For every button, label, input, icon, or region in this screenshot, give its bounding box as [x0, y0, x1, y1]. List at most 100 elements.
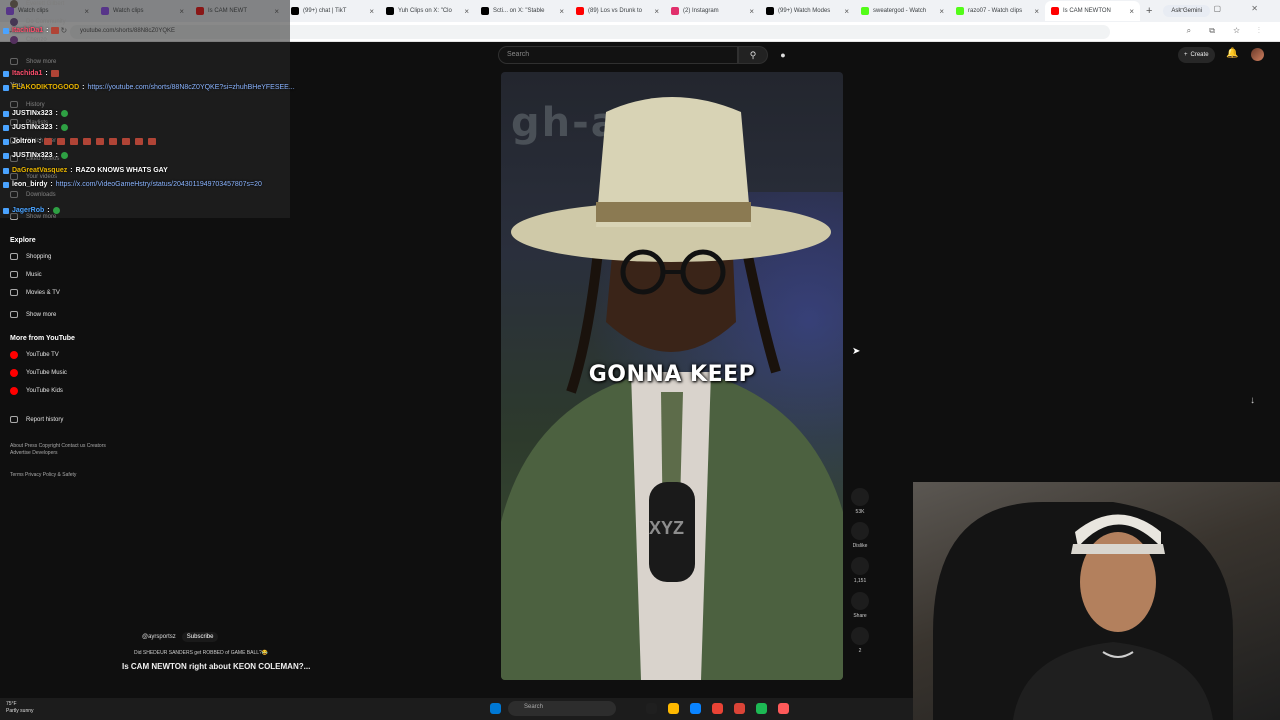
sidebar-footer-legal[interactable]: Terms Privacy Policy & Safety: [10, 472, 110, 479]
action-button[interactable]: 2: [850, 627, 870, 654]
new-tab-button[interactable]: +: [1146, 5, 1152, 17]
chat-username[interactable]: Itachida1: [12, 70, 42, 77]
sidebar-show-more[interactable]: Show more: [10, 311, 56, 318]
chat-emote-icon: [148, 138, 157, 145]
search-input[interactable]: Search: [498, 46, 738, 64]
search-button[interactable]: ⚲: [738, 46, 768, 64]
mic-icon[interactable]: ●: [775, 47, 791, 63]
chat-emote-icon: [60, 124, 68, 131]
taskbar-app-icon[interactable]: [690, 703, 701, 714]
sidebar-item-explore[interactable]: Music: [10, 271, 42, 278]
browser-tab[interactable]: sweatergod - Watch ×: [855, 1, 950, 21]
chat-message: JUSTINx323:: [3, 152, 68, 159]
tab-close-icon[interactable]: ×: [1129, 7, 1134, 16]
tab-title: (89) Los vs Drunk to: [588, 8, 643, 14]
chat-colon: :: [38, 138, 42, 145]
sidebar-item-more[interactable]: YouTube Music: [10, 369, 67, 377]
taskbar-app-icon[interactable]: [668, 703, 679, 714]
taskbar-app-icon[interactable]: [734, 703, 745, 714]
taskbar-app-icon[interactable]: [756, 703, 767, 714]
search-icon: ⚲: [749, 49, 757, 60]
action-label: Dislike: [852, 543, 868, 549]
sidebar-item-explore-label: Movies & TV: [26, 289, 60, 296]
chat-badge-icon: [3, 207, 9, 214]
notifications-bell-icon[interactable]: 🔔: [1226, 48, 1238, 59]
video-title[interactable]: Is CAM NEWTON right about KEON COLEMAN?.…: [122, 662, 310, 671]
chat-username[interactable]: ItachiDa1: [12, 27, 43, 34]
chat-username[interactable]: JUSTINx323: [12, 110, 52, 117]
chat-username[interactable]: Joltron: [12, 138, 36, 145]
create-label: Create: [1190, 52, 1209, 58]
action-label: 1,151: [853, 578, 867, 584]
action-button[interactable]: Share: [850, 592, 870, 619]
browser-tab[interactable]: Yuh Clips on X: "Clo ×: [380, 1, 475, 21]
chat-text: https://x.com/VideoGameHstry/status/2043…: [55, 181, 262, 188]
action-icon: [851, 592, 869, 610]
shorts-video-player[interactable]: gh-a le s GONNA KEEP XYZ: [501, 72, 843, 680]
chat-colon: :: [55, 152, 58, 159]
sidebar-footer-links[interactable]: About Press Copyright Contact us Creator…: [10, 443, 110, 457]
chat-username[interactable]: FLAKODIKTOGOOD: [12, 84, 79, 91]
sidebar-item-more[interactable]: YouTube Kids: [10, 387, 63, 395]
browser-tab[interactable]: Scti... on X: "Stable ×: [475, 1, 570, 21]
tab-favicon-icon: [671, 7, 679, 15]
action-button[interactable]: Dislike: [850, 522, 870, 549]
tab-close-icon[interactable]: ×: [369, 7, 374, 16]
action-icon: [851, 522, 869, 540]
chat-username[interactable]: DaGreatVasquez: [12, 167, 67, 174]
sidebar-heading-more[interactable]: More from YouTube: [10, 335, 75, 342]
sidebar-report-history[interactable]: Report history: [10, 416, 63, 423]
tab-title: (99+) Watch Modes: [778, 8, 831, 14]
browser-tab[interactable]: (99+) chat | TikT ×: [285, 1, 380, 21]
weather-widget[interactable]: 75°F Partly sunny: [6, 701, 34, 715]
tab-close-icon[interactable]: ×: [559, 7, 564, 16]
sidebar-item-explore[interactable]: Movies & TV: [10, 289, 60, 296]
tab-favicon-icon: [576, 7, 584, 15]
chat-emote-icon: [60, 152, 68, 159]
tab-title: Scti... on X: "Stable: [493, 8, 545, 14]
chat-emote-icon: [44, 138, 53, 145]
taskbar-search[interactable]: Search: [508, 701, 616, 716]
video-description: Did SHEDEUR SANDERS get ROBBED of GAME B…: [134, 650, 269, 656]
browser-tab[interactable]: (99+) Watch Modes ×: [760, 1, 855, 21]
tab-title: (99+) chat | TikT: [303, 8, 347, 14]
browser-tab[interactable]: razo07 - Watch clips ×: [950, 1, 1045, 21]
browser-tab[interactable]: (89) Los vs Drunk to ×: [570, 1, 665, 21]
tab-close-icon[interactable]: ×: [1034, 7, 1039, 16]
chat-username[interactable]: JUSTINx323: [12, 152, 52, 159]
tab-close-icon[interactable]: ×: [464, 7, 469, 16]
chat-colon: :: [70, 167, 73, 174]
chat-message: Itachida1:: [3, 70, 61, 77]
action-button[interactable]: 53K: [850, 488, 870, 515]
browser-tab[interactable]: Is CAM NEWTON ×: [1045, 1, 1140, 21]
browser-toolbar-icons[interactable]: ⌕ ⧉ ☆ ⋮: [1187, 26, 1268, 36]
chat-username[interactable]: JagerRob: [12, 207, 44, 214]
create-button[interactable]: + Create: [1178, 47, 1215, 63]
action-icon: [851, 557, 869, 575]
taskbar-app-icon[interactable]: [646, 703, 657, 714]
chat-username[interactable]: leon_birdy: [12, 181, 47, 188]
taskbar-app-icon[interactable]: [712, 703, 723, 714]
tab-close-icon[interactable]: ×: [939, 7, 944, 16]
tab-favicon-icon: [1051, 7, 1059, 15]
action-button[interactable]: 1,151: [850, 557, 870, 584]
avatar[interactable]: [1251, 48, 1264, 61]
sidebar-item-more[interactable]: YouTube TV: [10, 351, 59, 359]
tab-title: razo07 - Watch clips: [968, 8, 1023, 14]
action-icon: [851, 488, 869, 506]
mic-logo-text: XYZ: [649, 518, 685, 538]
tab-close-icon[interactable]: ×: [654, 7, 659, 16]
chat-colon: :: [45, 70, 48, 77]
tab-close-icon[interactable]: ×: [749, 7, 754, 16]
sidebar-heading-explore[interactable]: Explore: [10, 237, 36, 244]
arrow-down-icon[interactable]: ↓: [1250, 395, 1255, 406]
subscribe-button[interactable]: Subscribe: [181, 632, 219, 642]
taskbar-app-icon[interactable]: [490, 703, 501, 714]
browser-tab[interactable]: (2) Instagram ×: [665, 1, 760, 21]
taskbar-app-icon[interactable]: [778, 703, 789, 714]
window-controls[interactable]: – ▢ ✕: [1179, 4, 1272, 13]
tab-close-icon[interactable]: ×: [844, 7, 849, 16]
chat-username[interactable]: JUSTINx323: [12, 124, 52, 131]
channel-name[interactable]: @ayrsportsz: [142, 634, 176, 640]
sidebar-item-explore[interactable]: Shopping: [10, 253, 51, 260]
